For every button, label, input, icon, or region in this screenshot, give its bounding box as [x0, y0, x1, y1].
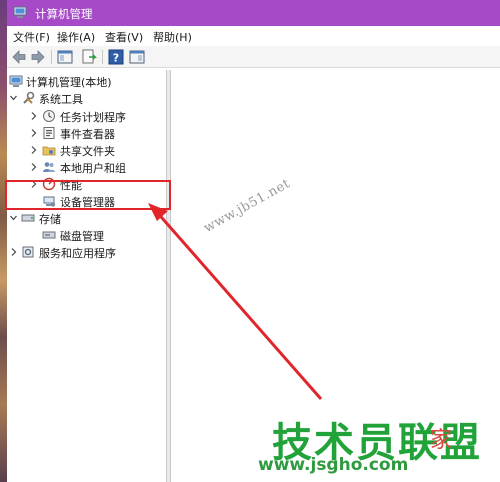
brand-url-text: www.jsgho.com [258, 455, 409, 475]
back-arrow-icon[interactable] [10, 48, 28, 66]
tree-label-services-apps: 服务和应用程序 [39, 247, 116, 260]
svg-text:?: ? [113, 52, 119, 65]
tree-label-local-users-groups: 本地用户和组 [60, 162, 126, 175]
chevron-right-icon[interactable] [29, 127, 38, 139]
chevron-right-icon[interactable] [9, 246, 18, 258]
chevron-right-icon[interactable] [29, 161, 38, 173]
clock-icon [43, 110, 55, 122]
tree-label-shared-folders: 共享文件夹 [60, 145, 115, 158]
show-tree-icon[interactable] [56, 48, 74, 66]
users-icon [43, 162, 55, 172]
brand-tail-text: 家 [430, 428, 453, 453]
chevron-right-icon[interactable] [29, 144, 38, 156]
chevron-down-icon[interactable] [9, 212, 18, 224]
menu-action[interactable]: 操作(A) [57, 29, 95, 45]
desktop-background-strip [0, 0, 7, 482]
menu-view[interactable]: 查看(V) [105, 29, 143, 45]
tree-label-task-scheduler: 任务计划程序 [60, 111, 126, 124]
export-icon[interactable] [80, 48, 98, 66]
window-title: 计算机管理 [35, 7, 93, 21]
event-log-icon [43, 127, 55, 139]
storage-icon [21, 214, 35, 222]
tree-node-services-apps[interactable]: 服务和应用程序 [9, 244, 165, 261]
highlight-box [5, 180, 171, 210]
tree-label-event-viewer: 事件查看器 [60, 128, 115, 141]
properties-icon[interactable] [128, 48, 146, 66]
tree-node-root[interactable]: 计算机管理(本地) [9, 73, 165, 90]
tree-node-local-users-groups[interactable]: 本地用户和组 [9, 159, 165, 176]
toolbar: ? [7, 46, 500, 68]
chevron-right-icon[interactable] [29, 110, 38, 122]
system-tools-icon [23, 91, 35, 104]
shared-folder-icon [42, 146, 56, 156]
computer-management-icon [9, 75, 23, 87]
toolbar-separator [51, 50, 52, 64]
menu-help[interactable]: 帮助(H) [153, 29, 192, 45]
tree-label-disk-management: 磁盘管理 [60, 230, 104, 243]
tree-label-root: 计算机管理(本地) [26, 76, 112, 89]
toolbar-separator [102, 50, 103, 64]
tree-node-disk-management[interactable]: 磁盘管理 [9, 227, 165, 244]
help-icon[interactable]: ? [107, 48, 125, 66]
forward-arrow-icon[interactable] [29, 48, 47, 66]
services-icon [22, 246, 34, 258]
navigation-tree[interactable]: 计算机管理(本地) 系统工具 任务计划程序 事件查看器 共享文件夹 本地用户和组… [7, 70, 167, 482]
tree-node-event-viewer[interactable]: 事件查看器 [9, 125, 165, 142]
tree-node-system-tools[interactable]: 系统工具 [9, 90, 165, 107]
tree-label-storage: 存储 [39, 213, 61, 226]
tree-label-system-tools: 系统工具 [39, 93, 83, 106]
tree-node-shared-folders[interactable]: 共享文件夹 [9, 142, 165, 159]
title-bar[interactable]: 计算机管理 [7, 0, 500, 26]
menu-file[interactable]: 文件(F) [13, 29, 50, 45]
menu-bar: 文件(F) 操作(A) 查看(V) 帮助(H) [7, 26, 500, 46]
disk-icon [42, 231, 56, 239]
tree-node-storage[interactable]: 存储 [9, 210, 165, 227]
tree-node-task-scheduler[interactable]: 任务计划程序 [9, 108, 165, 125]
computer-management-icon [13, 6, 27, 18]
chevron-down-icon[interactable] [9, 92, 18, 104]
